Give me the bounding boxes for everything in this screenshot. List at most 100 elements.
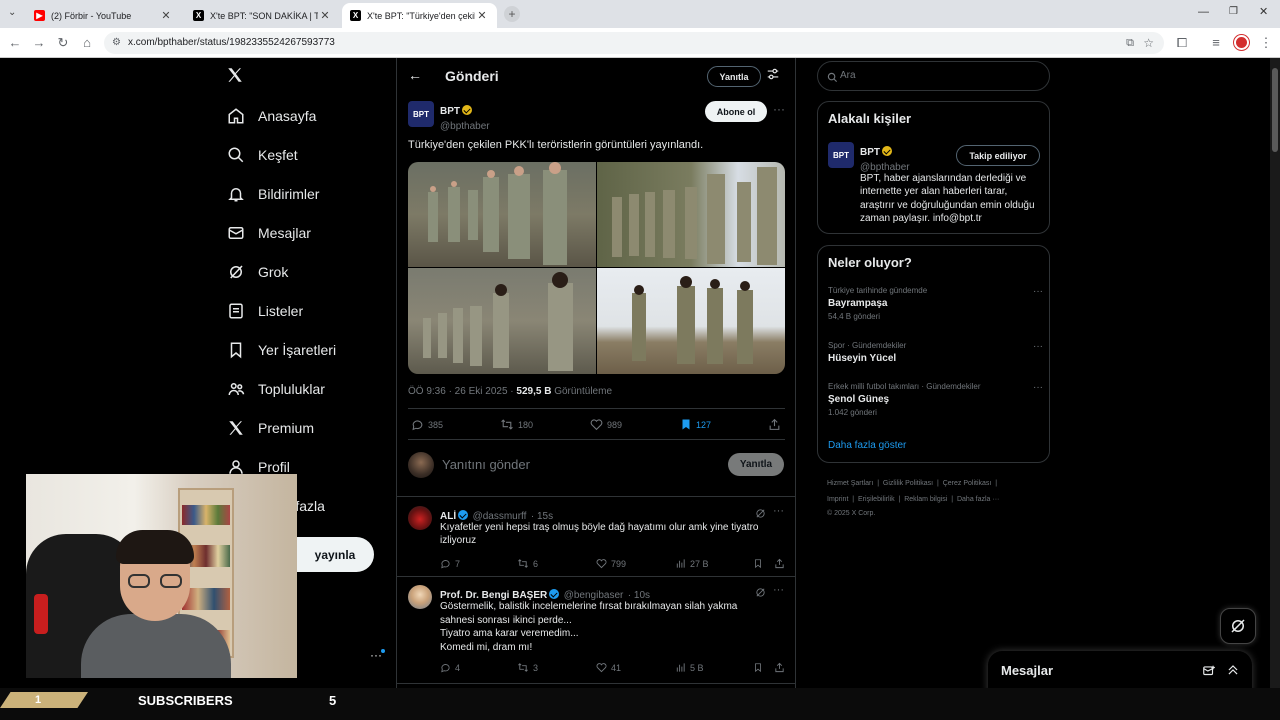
star-icon[interactable]: ☆ xyxy=(1143,32,1154,54)
following-button[interactable]: Takip ediliyor xyxy=(956,145,1040,166)
browser-tab-active[interactable]: X X'te BPT: "Türkiye'den çekilen P ✕ xyxy=(342,3,497,28)
sidebar-item-explore[interactable]: Keşfet xyxy=(226,140,298,170)
back-arrow-icon[interactable]: ← xyxy=(408,67,422,83)
sidebar-item-premium[interactable]: Premium xyxy=(226,413,314,443)
like-action[interactable]: 41 xyxy=(596,662,621,673)
footer-link[interactable]: Imprint xyxy=(827,496,848,503)
related-avatar[interactable]: BPT xyxy=(828,142,854,168)
post-media-grid[interactable] xyxy=(408,162,785,374)
browser-tab[interactable]: ▶ (2) Förbir - YouTube ✕ xyxy=(26,3,181,28)
scrollbar-thumb[interactable] xyxy=(1272,68,1278,152)
reload-icon[interactable]: ↻ xyxy=(54,34,72,52)
reply-action[interactable]: 4 xyxy=(440,662,460,673)
more-options-icon[interactable]: ··· xyxy=(773,584,784,596)
post-photo[interactable] xyxy=(597,162,785,267)
more-options-icon[interactable]: ··· xyxy=(1033,382,1043,393)
sidebar-item-grok[interactable]: Grok xyxy=(226,257,288,287)
install-icon[interactable]: ⧉ xyxy=(1126,32,1134,54)
new-tab-icon[interactable]: + xyxy=(504,6,520,22)
retweet-action[interactable]: 3 xyxy=(517,662,538,673)
retweet-action[interactable]: 180 xyxy=(500,418,533,431)
author-info[interactable]: BPT @bpthaber xyxy=(440,101,490,132)
home-icon[interactable]: ⌂ xyxy=(78,34,96,52)
more-options-icon[interactable]: ··· xyxy=(1033,286,1043,297)
share-action[interactable] xyxy=(768,418,785,431)
like-action[interactable]: 989 xyxy=(590,418,622,431)
sidebar-item-bookmarks[interactable]: Yer İşaretleri xyxy=(226,335,336,365)
trend-title: Şenol Güneş xyxy=(828,394,890,405)
show-more-link[interactable]: Daha fazla göster xyxy=(828,440,906,451)
page-scrollbar[interactable] xyxy=(1270,58,1280,688)
bookmark-action[interactable]: 127 xyxy=(680,418,711,431)
footer-link[interactable]: Gizlilik Politikası xyxy=(883,480,933,487)
messages-dock[interactable]: Mesajlar xyxy=(988,651,1252,693)
like-action[interactable]: 799 xyxy=(596,558,626,569)
post-photo[interactable] xyxy=(597,268,785,374)
close-tab-icon[interactable]: ✕ xyxy=(475,9,489,22)
minimize-icon[interactable]: — xyxy=(1198,6,1209,18)
profile-avatar[interactable] xyxy=(1234,35,1249,50)
reply-submit-button[interactable]: Yanıtla xyxy=(728,453,784,476)
extensions-icon[interactable]: ⧠ xyxy=(1173,34,1191,52)
browser-tab[interactable]: X X'te BPT: "SON DAKİKA | Terör ö ✕ xyxy=(185,3,340,28)
search-box[interactable]: Ara xyxy=(817,61,1050,91)
address-bar[interactable]: ⚙ x.com/bpthaber/status/1982335524267593… xyxy=(104,32,1164,54)
grok-icon[interactable] xyxy=(755,585,766,603)
reply-action[interactable]: 385 xyxy=(411,418,443,431)
trend-item[interactable]: Spor · Gündemdekiler Hüseyin Yücel ··· xyxy=(828,341,1043,364)
retweet-icon xyxy=(518,559,528,568)
search-input[interactable]: Ara xyxy=(840,70,856,81)
reply-avatar[interactable] xyxy=(408,585,432,609)
share-action[interactable] xyxy=(774,558,789,569)
back-icon[interactable]: ← xyxy=(6,34,24,52)
footer-link[interactable]: Hizmet Şartları xyxy=(827,480,873,487)
x-logo-icon[interactable] xyxy=(226,66,246,86)
reading-list-icon[interactable]: ≡ xyxy=(1207,34,1225,52)
tab-list-chevron-icon[interactable]: ⌄ xyxy=(8,7,16,18)
more-options-icon[interactable]: ··· xyxy=(773,102,785,116)
related-user-info[interactable]: BPT @bpthaber xyxy=(860,142,910,173)
grok-float-button[interactable] xyxy=(1220,608,1256,644)
share-action[interactable] xyxy=(774,662,789,673)
footer-link[interactable]: Çerez Politikası xyxy=(943,480,992,487)
expand-icon[interactable] xyxy=(1226,663,1240,682)
restore-icon[interactable]: ❐ xyxy=(1229,6,1238,17)
sidebar-item-lists[interactable]: Listeler xyxy=(226,296,303,326)
close-tab-icon[interactable]: ✕ xyxy=(318,9,332,22)
more-options-icon[interactable]: ··· xyxy=(1033,341,1043,352)
post-photo[interactable] xyxy=(408,162,596,267)
reply-item[interactable]: ALİ @dassmurff · 15s ··· Kıyafetler yeni… xyxy=(397,497,795,577)
sidebar-item-notifications[interactable]: Bildirimler xyxy=(226,179,319,209)
verified-badge-icon xyxy=(462,105,472,115)
reply-sort-button[interactable]: Yanıtla xyxy=(707,66,761,87)
more-options-icon[interactable]: ··· xyxy=(773,505,784,517)
views-action[interactable]: 5 B xyxy=(675,662,704,673)
new-message-icon[interactable] xyxy=(1202,664,1216,683)
menu-icon[interactable]: ⋮ xyxy=(1257,34,1275,52)
bookmark-action[interactable] xyxy=(753,558,767,569)
footer-link[interactable]: Daha fazla ··· xyxy=(957,496,999,503)
footer-link[interactable]: Erişilebilirlik xyxy=(858,496,895,503)
sidebar-item-home[interactable]: Anasayfa xyxy=(226,101,316,131)
bookmark-action[interactable] xyxy=(753,662,767,673)
close-window-icon[interactable]: ✕ xyxy=(1259,5,1268,18)
forward-icon[interactable]: → xyxy=(30,34,48,52)
sidebar-item-messages[interactable]: Mesajlar xyxy=(226,218,311,248)
reply-input[interactable]: Yanıtını gönder xyxy=(442,457,530,472)
subscribe-button[interactable]: Abone ol xyxy=(705,101,767,122)
reply-action[interactable]: 7 xyxy=(440,558,460,569)
sidebar-item-communities[interactable]: Topluluklar xyxy=(226,374,325,404)
author-avatar[interactable]: BPT xyxy=(408,101,434,127)
retweet-action[interactable]: 6 xyxy=(517,558,538,569)
views-action[interactable]: 27 B xyxy=(675,558,709,569)
trend-item[interactable]: Erkek milli futbol takımları · Gündemdek… xyxy=(828,382,1043,417)
user-avatar[interactable] xyxy=(408,452,434,478)
trend-item[interactable]: Türkiye tarihinde gündemde Bayrampaşa 54… xyxy=(828,286,1043,321)
close-tab-icon[interactable]: ✕ xyxy=(159,9,173,22)
post-photo[interactable] xyxy=(408,268,596,374)
filter-icon[interactable] xyxy=(766,67,780,86)
copyright: © 2025 X Corp. xyxy=(827,510,876,517)
site-info-icon[interactable]: ⚙ xyxy=(112,32,121,54)
reply-avatar[interactable] xyxy=(408,506,432,530)
footer-link[interactable]: Reklam bilgisi xyxy=(904,496,947,503)
